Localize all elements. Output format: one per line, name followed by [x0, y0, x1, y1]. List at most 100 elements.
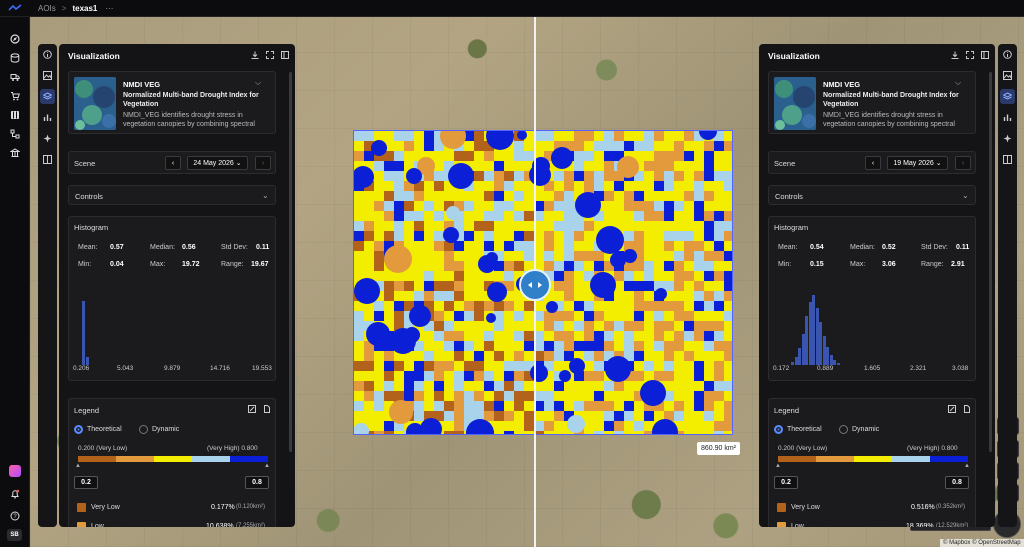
next-scene-button[interactable]: ›: [255, 156, 271, 170]
next-scene-button[interactable]: ›: [955, 156, 971, 170]
area-measurement-label: 860.90 km²: [697, 442, 741, 455]
legend-row-percent: 10.638%: [206, 523, 234, 527]
range-value: 2.91: [951, 261, 965, 268]
color-ramp-segment: [892, 456, 930, 462]
dataset-code: NMDI VEG: [823, 80, 861, 89]
workflow-icon[interactable]: [8, 127, 22, 141]
edit-icon[interactable]: [948, 405, 956, 415]
map-icon[interactable]: [8, 108, 22, 122]
bell-icon[interactable]: [8, 487, 22, 501]
hist-tick: 5.043: [117, 365, 134, 372]
dataset-card[interactable]: NMDI VEG Normalized Multi-band Drought I…: [768, 71, 976, 134]
min-handle-icon[interactable]: ▲: [775, 463, 781, 469]
max-value: 19.72: [182, 261, 200, 268]
dynamic-radio[interactable]: [839, 425, 848, 434]
hist-tick: 1.605: [864, 365, 881, 372]
help-icon[interactable]: ?: [8, 509, 22, 523]
left-tool-strip: [38, 44, 57, 527]
download-icon[interactable]: [951, 51, 959, 61]
low-bound-label: 0.200 (Very Low): [78, 445, 128, 452]
map-canvas[interactable]: 860.90 km² 36.02762, -102.79999 © Mapbox…: [30, 17, 1024, 547]
building-icon[interactable]: [8, 146, 22, 160]
min-label: Min:: [78, 261, 92, 268]
image-icon[interactable]: [40, 68, 55, 83]
min-value: 0.04: [110, 261, 124, 268]
collapse-panel-icon[interactable]: [281, 51, 289, 61]
hist-tick: 19.553: [252, 365, 272, 372]
scene-date-select[interactable]: 24 May 2026 ⌄: [187, 156, 248, 170]
panel-scrollbar[interactable]: [989, 72, 992, 452]
info-icon[interactable]: [1000, 47, 1015, 62]
app-logo[interactable]: [0, 0, 30, 17]
range-label: Range:: [221, 261, 244, 268]
std-dev-value: 0.11: [956, 244, 970, 251]
collapse-panel-icon[interactable]: [981, 51, 989, 61]
min-value-input[interactable]: 0.2: [774, 476, 798, 489]
scene-label: Scene: [74, 159, 96, 168]
max-value-input[interactable]: 0.8: [945, 476, 969, 489]
bar-chart-icon[interactable]: [40, 110, 55, 125]
export-icon[interactable]: [963, 405, 971, 415]
truck-icon[interactable]: [8, 70, 22, 84]
bar-chart-icon[interactable]: [1000, 110, 1015, 125]
panel-scrollbar[interactable]: [289, 72, 292, 452]
user-avatar[interactable]: SB: [7, 529, 22, 541]
min-label: Min:: [778, 261, 792, 268]
color-ramp-segment: [816, 456, 854, 462]
notification-app-icon[interactable]: [9, 465, 21, 477]
more-options-button[interactable]: ···: [105, 4, 113, 13]
image-icon[interactable]: [1000, 68, 1015, 83]
scene-date: 19 May 2026: [893, 159, 934, 167]
cart-icon[interactable]: [8, 89, 22, 103]
hist-tick: 0.889: [817, 365, 834, 372]
controls-accordion[interactable]: Controls ⌄: [768, 185, 976, 205]
expand-icon[interactable]: [966, 51, 974, 61]
layers-stack-icon[interactable]: [1000, 89, 1015, 104]
edit-icon[interactable]: [248, 405, 256, 415]
max-handle-icon[interactable]: ▲: [964, 463, 970, 469]
chevron-down-icon[interactable]: ⌵: [255, 78, 261, 88]
theoretical-radio[interactable]: [74, 425, 83, 434]
min-value-input[interactable]: 0.2: [74, 476, 98, 489]
map-attribution[interactable]: © Mapbox © OpenStreetMap: [940, 539, 1024, 547]
previous-scene-button[interactable]: ‹: [865, 156, 881, 170]
mean-value: 0.54: [810, 244, 824, 251]
hist-tick: 14.716: [210, 365, 230, 372]
download-icon[interactable]: [251, 51, 259, 61]
controls-label: Controls: [75, 192, 103, 201]
database-icon[interactable]: [8, 51, 22, 65]
chevron-down-icon[interactable]: ⌵: [955, 78, 961, 88]
scene-label: Scene: [774, 159, 796, 168]
split-view-icon[interactable]: [40, 152, 55, 167]
color-ramp-segment: [778, 456, 816, 462]
breadcrumb-root[interactable]: AOIs: [38, 4, 56, 13]
median-label: Median:: [150, 244, 175, 251]
legend-card: Legend Theoretical Dynamic 0.200 (Very L…: [68, 398, 276, 527]
legend-swatch: [77, 522, 86, 527]
layers-stack-icon[interactable]: [40, 89, 55, 104]
dataset-card[interactable]: NMDI VEG Normalized Multi-band Drought I…: [68, 71, 276, 134]
theoretical-radio[interactable]: [774, 425, 783, 434]
min-handle-icon[interactable]: ▲: [75, 463, 81, 469]
breadcrumb-current[interactable]: texas1: [72, 4, 97, 13]
color-ramp-segment: [930, 456, 968, 462]
expand-icon[interactable]: [266, 51, 274, 61]
controls-accordion[interactable]: Controls ⌄: [68, 185, 276, 205]
explore-icon[interactable]: [8, 32, 22, 46]
info-icon[interactable]: [40, 47, 55, 62]
color-ramp-segment: [192, 456, 230, 462]
max-value-input[interactable]: 0.8: [245, 476, 269, 489]
max-value: 3.06: [882, 261, 896, 268]
legend-row-name: Very Low: [91, 504, 120, 511]
export-icon[interactable]: [263, 405, 271, 415]
sparkle-icon[interactable]: [40, 131, 55, 146]
previous-scene-button[interactable]: ‹: [165, 156, 181, 170]
histogram-bar: [836, 362, 840, 365]
split-view-icon[interactable]: [1000, 152, 1015, 167]
scene-date-select[interactable]: 19 May 2026 ⌄: [887, 156, 948, 170]
max-label: Max:: [850, 261, 866, 268]
max-handle-icon[interactable]: ▲: [264, 463, 270, 469]
swipe-handle[interactable]: [519, 269, 551, 301]
dynamic-radio[interactable]: [139, 425, 148, 434]
sparkle-icon[interactable]: [1000, 131, 1015, 146]
